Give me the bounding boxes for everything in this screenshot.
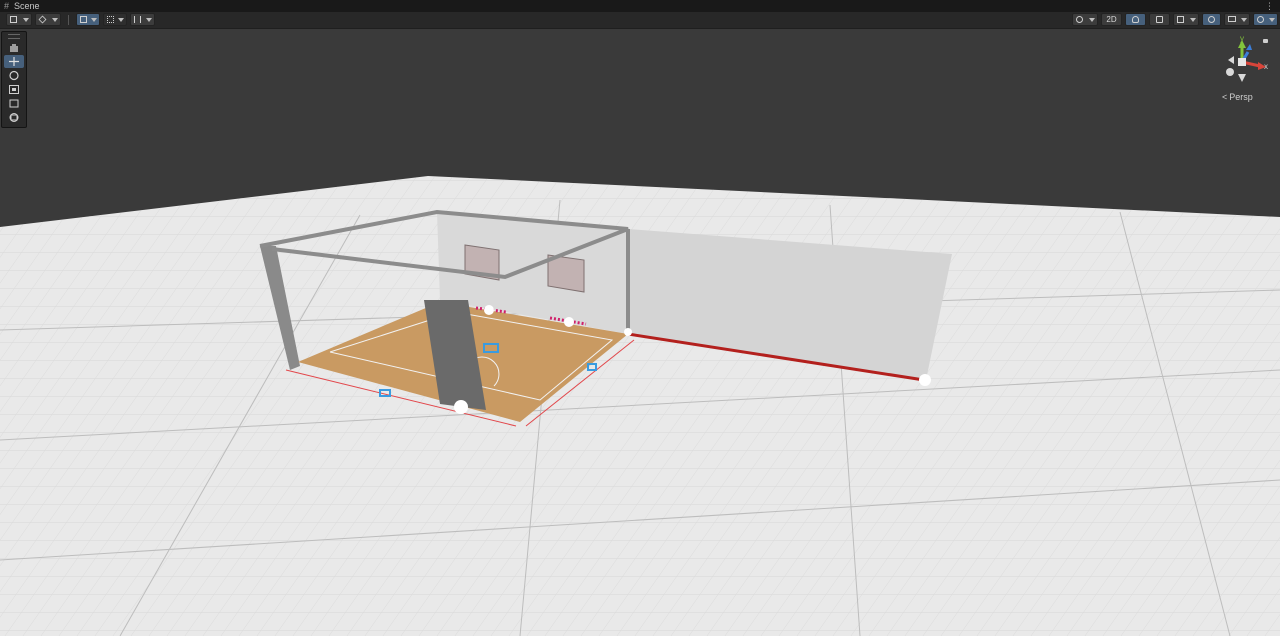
grid-snap-toggle[interactable] (103, 13, 127, 26)
hand-icon (10, 44, 18, 52)
lighting-toggle[interactable] (1125, 13, 1146, 26)
chevron-down-icon (146, 18, 152, 22)
rect-transform-icon (9, 99, 19, 108)
draw-mode-dropdown[interactable] (6, 13, 32, 26)
lighting-icon (1132, 16, 1139, 23)
hand-tool-button[interactable] (4, 41, 24, 54)
orientation-gizmo[interactable]: y x (1220, 34, 1270, 86)
scale-tool-button[interactable] (4, 83, 24, 96)
vertex-handle[interactable] (624, 328, 632, 336)
projection-label: Persp (1229, 92, 1253, 102)
chevron-down-icon (91, 18, 97, 22)
increment-snap-icon (134, 16, 141, 23)
grid-hash-icon: # (4, 1, 10, 11)
chevron-down-icon (1241, 18, 1247, 22)
transform-icon (9, 113, 19, 122)
axis-gizmo-graphic (1226, 40, 1266, 82)
drag-grip-icon[interactable] (8, 34, 20, 39)
toggle-2d-label: 2D (1106, 15, 1117, 24)
transform-tool-button[interactable] (4, 111, 24, 124)
rect-tool-button[interactable] (4, 97, 24, 110)
effects-icon (1177, 16, 1184, 23)
effects-dropdown[interactable] (1173, 13, 1199, 26)
camera-icon (1228, 16, 1236, 22)
projection-toggle[interactable]: < Persp (1222, 92, 1253, 102)
chevron-down-icon (1089, 18, 1095, 22)
audio-toggle[interactable] (1149, 13, 1170, 26)
chevron-down-icon (1269, 18, 1275, 22)
move-snap-toggle[interactable] (76, 13, 100, 26)
move-tool-button[interactable] (4, 55, 24, 68)
move-arrows-icon (9, 57, 19, 66)
scene-toolbar: 2D (0, 12, 1280, 29)
chevron-down-icon (118, 18, 124, 22)
shading-mode-dropdown[interactable] (1072, 13, 1098, 26)
door-handle-gizmo[interactable] (454, 400, 468, 414)
draw-mode-icon (10, 16, 17, 23)
shading-icon (1076, 16, 1083, 23)
hidden-objects-icon (1208, 16, 1215, 23)
x-axis-label: x (1264, 62, 1268, 71)
gizmos-dropdown[interactable] (1253, 13, 1278, 26)
render-mode-dropdown[interactable] (35, 13, 61, 26)
window-right (547, 254, 585, 293)
scale-icon (9, 85, 19, 94)
scene-render[interactable] (0, 29, 1280, 636)
scene-tab[interactable]: Scene (14, 0, 40, 12)
grid-snap-icon (107, 16, 114, 23)
cube-icon (38, 15, 47, 24)
chevron-down-icon (1190, 18, 1196, 22)
camera-settings-dropdown[interactable] (1224, 13, 1250, 26)
scene-viewport[interactable] (0, 29, 1280, 636)
move-snap-icon (80, 16, 87, 23)
window-handle[interactable] (564, 317, 574, 327)
vertex-handle[interactable] (919, 374, 931, 386)
chevron-down-icon (52, 18, 58, 22)
rotate-icon (9, 70, 19, 81)
hidden-objects-toggle[interactable] (1202, 13, 1221, 26)
increment-snap-dropdown[interactable] (130, 13, 155, 26)
perspective-arrow-icon: < (1222, 92, 1228, 102)
toolbar-divider (68, 15, 69, 25)
scene-window-titlebar: # Scene ⋮ (0, 0, 1280, 12)
gizmos-icon (1257, 16, 1264, 23)
tools-overlay (1, 31, 27, 128)
rotate-tool-button[interactable] (4, 69, 24, 82)
more-vert-icon[interactable]: ⋮ (1265, 0, 1274, 12)
toggle-2d-button[interactable]: 2D (1101, 13, 1122, 26)
audio-icon (1156, 16, 1163, 23)
window-handle[interactable] (484, 305, 494, 315)
y-axis-label: y (1240, 34, 1244, 43)
chevron-down-icon (23, 18, 29, 22)
